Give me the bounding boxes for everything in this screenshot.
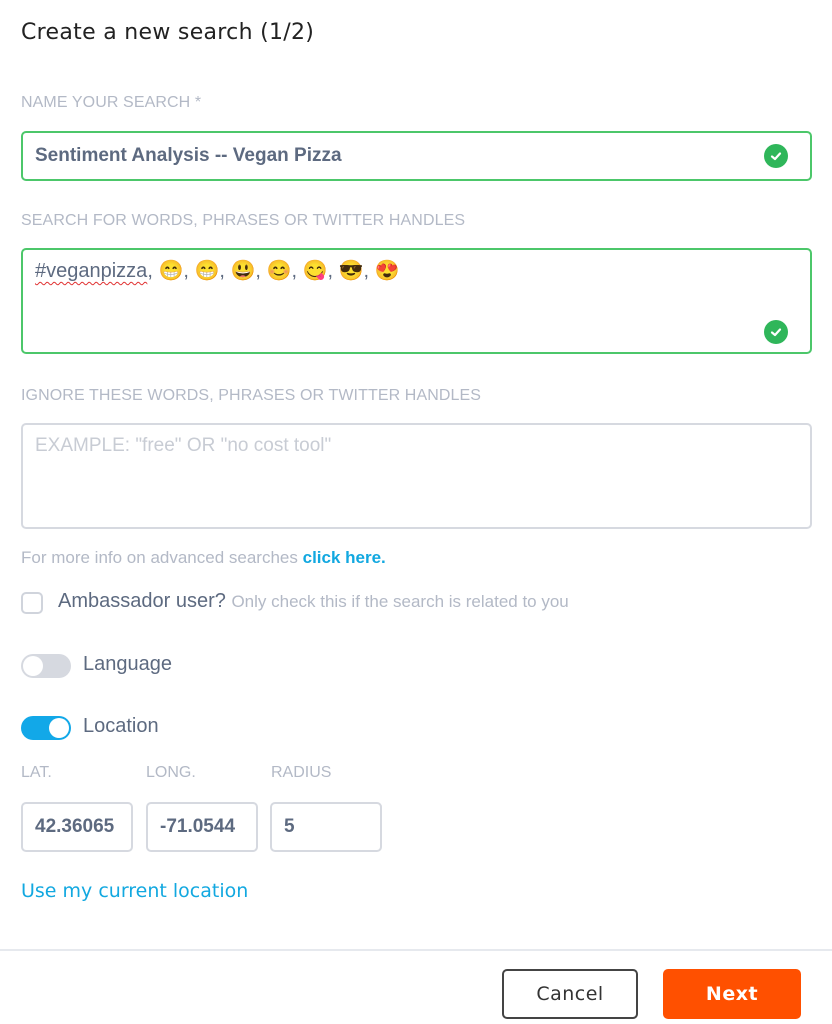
toggle-knob — [23, 656, 43, 676]
longitude-label: LONG. — [146, 764, 196, 781]
location-label: Location — [83, 715, 159, 737]
term-separator: , — [363, 260, 375, 282]
use-current-location-link[interactable]: Use my current location — [21, 880, 248, 902]
toggle-knob — [49, 718, 69, 738]
ignore-terms-label: IGNORE THESE WORDS, PHRASES OR TWITTER H… — [21, 387, 482, 404]
footer-divider — [0, 949, 832, 951]
term-separator: , — [219, 260, 231, 282]
latitude-label: LAT. — [21, 764, 52, 781]
term-separator: , — [327, 260, 339, 282]
valid-check-icon — [764, 320, 788, 344]
language-label: Language — [83, 653, 172, 675]
next-button[interactable]: Next — [663, 969, 801, 1019]
page-title: Create a new search (1/2) — [21, 20, 315, 45]
emoji-term: 😎 — [338, 260, 364, 282]
ambassador-hint: Only check this if the search is related… — [231, 592, 569, 611]
latitude-value: 42.36065 — [35, 816, 115, 837]
ignore-terms-placeholder: EXAMPLE: "free" OR "no cost tool" — [35, 435, 332, 456]
emoji-term: 😋 — [302, 260, 328, 282]
radius-input[interactable]: 5 — [270, 802, 382, 852]
ambassador-checkbox[interactable] — [21, 592, 43, 614]
info-text: For more info on advanced searches — [21, 548, 303, 567]
emoji-term: 😁 — [194, 260, 220, 282]
click-here-link[interactable]: click here. — [303, 548, 386, 567]
language-toggle[interactable] — [21, 654, 71, 678]
ambassador-label: Ambassador user? Only check this if the … — [58, 590, 569, 613]
name-field-label: NAME YOUR SEARCH * — [21, 94, 202, 111]
ignore-terms-input[interactable]: EXAMPLE: "free" OR "no cost tool" — [21, 423, 812, 529]
search-name-value: Sentiment Analysis -- Vegan Pizza — [35, 145, 342, 166]
term-separator: , — [291, 260, 303, 282]
emoji-term: 😊 — [266, 260, 292, 282]
radius-value: 5 — [284, 816, 295, 837]
location-toggle[interactable] — [21, 716, 71, 740]
radius-label: RADIUS — [271, 764, 332, 781]
search-name-input[interactable]: Sentiment Analysis -- Vegan Pizza — [21, 131, 812, 181]
hashtag-term: #veganpizza — [35, 260, 148, 282]
cancel-button[interactable]: Cancel — [502, 969, 638, 1019]
advanced-search-info: For more info on advanced searches click… — [21, 548, 386, 568]
term-separator: , — [147, 260, 159, 282]
latitude-input[interactable]: 42.36065 — [21, 802, 133, 852]
longitude-value: -71.0544 — [160, 816, 236, 837]
emoji-term: 😍 — [374, 260, 400, 282]
search-terms-value: #veganpizza, 😁, 😁, 😃, 😊, 😋, 😎, 😍 — [35, 258, 400, 283]
term-separator: , — [255, 260, 267, 282]
longitude-input[interactable]: -71.0544 — [146, 802, 258, 852]
search-terms-input[interactable]: #veganpizza, 😁, 😁, 😃, 😊, 😋, 😎, 😍 — [21, 248, 812, 354]
ambassador-label-text: Ambassador user? — [58, 590, 226, 612]
term-separator: , — [183, 260, 195, 282]
valid-check-icon — [764, 144, 788, 168]
emoji-term: 😁 — [158, 260, 184, 282]
search-terms-label: SEARCH FOR WORDS, PHRASES OR TWITTER HAN… — [21, 212, 466, 229]
emoji-term: 😃 — [230, 260, 256, 282]
